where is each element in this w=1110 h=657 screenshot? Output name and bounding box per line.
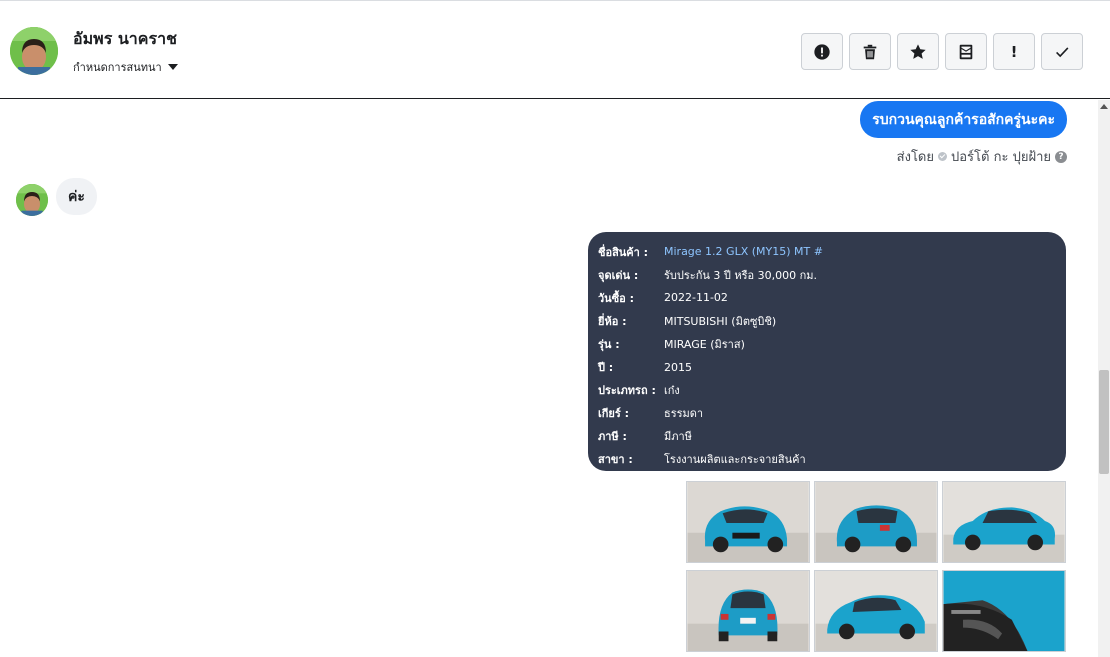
card-value: ธรรมดา [664,407,704,421]
card-row-brand: ยี่ห้อ : MITSUBISHI (มิตซูบิชิ) [598,309,1056,332]
message-thread[interactable]: รบกวนคุณลูกค้ารอสักครู่นะคะ ส่งโดย ปอร์โ… [0,100,1098,657]
star-button[interactable] [897,33,939,70]
card-label: จุดเด่น : [598,268,639,282]
contact-avatar[interactable] [10,27,58,75]
card-value: รับประกัน 3 ปี หรือ 30,000 กม. [664,268,817,282]
card-label: สาขา : [598,453,633,467]
card-label: ยี่ห้อ : [598,314,627,328]
card-label: ปี : [598,361,614,375]
scrollbar-thumb[interactable] [1099,370,1109,474]
card-value: โรงงานผลิตและกระจายสินค้า [664,453,806,467]
card-value: มีภาษี [664,430,692,444]
conversation-header: อัมพร นาคราช กำหนดการสนทนา ! [0,1,1110,99]
card-row-model: รุ่น : MIRAGE (มิราส) [598,332,1056,355]
card-row-branch: สาขา : โรงงานผลิตและกระจายสินค้า [598,448,1056,471]
card-value: 2015 [664,360,692,374]
card-row-highlight: จุดเด่น : รับประกัน 3 ปี หรือ 30,000 กม. [598,263,1056,286]
car-photo-front[interactable] [686,481,810,563]
sender-avatar[interactable] [16,184,48,216]
card-label: ชื่อสินค้า : [598,245,649,259]
card-label: ประเภทรถ : [598,384,656,398]
sent-by-label: ส่งโดย [896,150,934,165]
sent-by-name: ปอร์โต้ กะ ปุยฝ้าย [951,150,1051,165]
card-row-year: ปี : 2015 [598,355,1056,378]
card-row-gear: เกียร์ : ธรรมดา [598,402,1056,425]
card-value: MIRAGE (มิราส) [664,337,745,351]
verified-icon [938,152,947,161]
card-row-purchase-date: วันซื้อ : 2022-11-02 [598,286,1056,309]
card-row-tax: ภาษี : มีภาษี [598,425,1056,448]
conversation-setting-dropdown[interactable]: กำหนดการสนทนา [73,58,178,76]
vertical-scrollbar[interactable] [1098,100,1110,657]
car-photo-gallery [686,481,1066,652]
car-photo-side-rear[interactable] [814,570,938,652]
chat-window: อัมพร นาคราช กำหนดการสนทนา ! รบกวนคุณลูก… [0,0,1110,657]
mark-important-button[interactable]: ! [993,33,1035,70]
trash-icon [863,44,877,59]
card-value: MITSUBISHI (มิตซูบิชิ) [664,314,777,328]
product-card: ชื่อสินค้า : Mirage 1.2 GLX (MY15) MT # จ… [588,232,1066,471]
conversation-toolbar: ! [801,33,1083,70]
exclamation-icon: ! [1010,42,1018,61]
card-row-product: ชื่อสินค้า : Mirage 1.2 GLX (MY15) MT # [598,240,1056,263]
incoming-message: ค่ะ [56,178,97,215]
help-icon[interactable]: ? [1055,150,1067,163]
car-photo-side[interactable] [942,481,1066,563]
product-name-link[interactable]: Mirage 1.2 GLX (MY15) MT # [664,245,823,258]
card-row-car-type: ประเภทรถ : เก๋ง [598,379,1056,402]
conversation-setting-label: กำหนดการสนทนา [73,61,162,74]
delete-button[interactable] [849,33,891,70]
mark-done-button[interactable] [1041,33,1083,70]
report-button[interactable] [801,33,843,70]
card-value: 2022-11-02 [664,291,728,305]
archive-button[interactable] [945,33,987,70]
card-label: เกียร์ : [598,407,630,421]
archive-icon [959,44,973,59]
outgoing-message: รบกวนคุณลูกค้ารอสักครู่นะคะ [860,101,1067,138]
card-label: ภาษี : [598,430,627,444]
scroll-up-arrow-icon[interactable] [1100,104,1108,109]
sent-by-info: ส่งโดย ปอร์โต้ กะ ปุยฝ้าย ? [897,146,1067,167]
caret-down-icon [167,64,178,70]
car-photo-interior-door[interactable] [942,570,1066,652]
card-value: เก๋ง [664,384,680,398]
card-label: วันซื้อ : [598,291,634,305]
check-icon [1056,46,1069,57]
card-label: รุ่น : [598,337,620,351]
contact-name: อัมพร นาคราช [73,29,177,48]
star-icon [910,43,926,59]
alert-circle-icon [814,43,830,60]
car-photo-rear[interactable] [686,570,810,652]
car-photo-rear-angle[interactable] [814,481,938,563]
